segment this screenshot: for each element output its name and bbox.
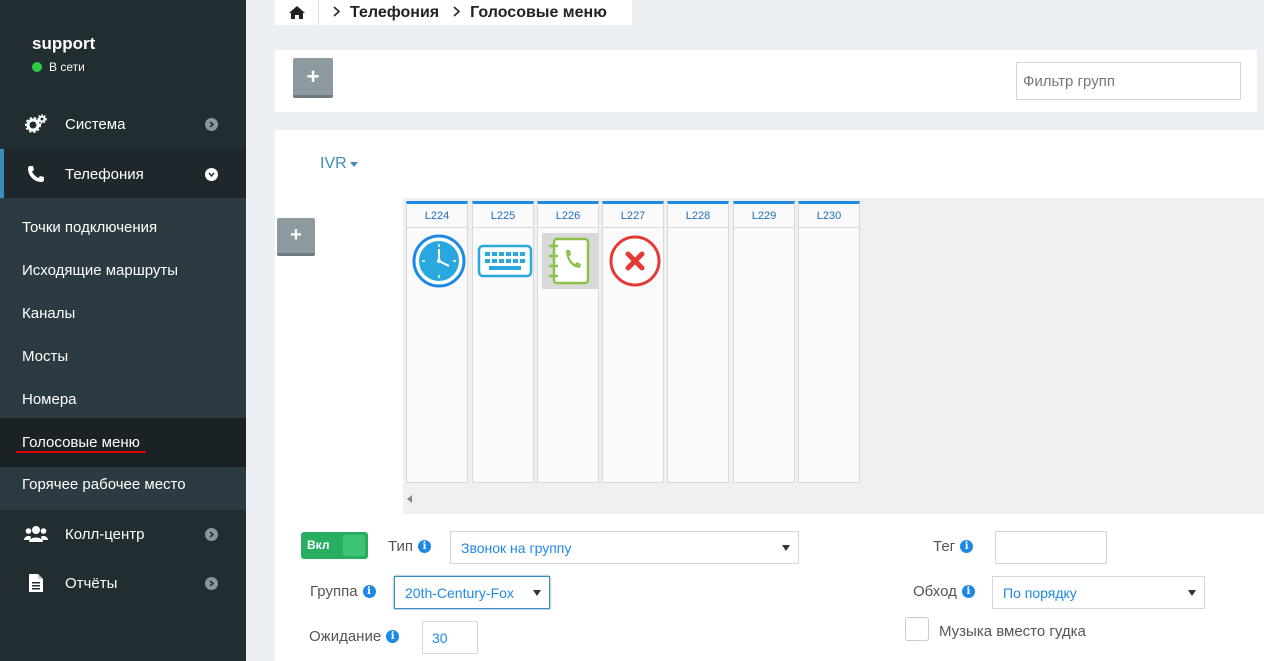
tag-input[interactable] <box>995 531 1107 564</box>
user-status-text: В сети <box>49 60 85 74</box>
enabled-toggle[interactable]: Вкл <box>301 532 368 559</box>
ivr-column[interactable]: L229 <box>733 201 795 483</box>
users-icon <box>24 522 48 546</box>
submenu-item-label: Голосовые меню <box>22 434 140 451</box>
add-group-button[interactable]: + <box>293 58 333 98</box>
caret-down-icon <box>1188 590 1196 596</box>
chevron-right-icon <box>205 576 218 590</box>
info-icon[interactable]: i <box>418 540 432 553</box>
ivr-column-label: L228 <box>668 204 728 228</box>
sidebar-item-reports[interactable]: Отчёты <box>0 558 246 608</box>
active-underline <box>16 451 146 453</box>
wait-label: Ожидание i <box>309 628 400 645</box>
cancel-icon[interactable] <box>607 233 663 289</box>
sidebar-item-label: Система <box>65 115 126 133</box>
toggle-knob <box>343 535 365 556</box>
sidebar-item-system[interactable]: Система <box>0 99 246 149</box>
sidebar: support В сети Система Телефония Точки п… <box>0 0 246 661</box>
submenu-item-endpoints[interactable]: Точки подключения <box>0 206 246 249</box>
music-label: Музыка вместо гудка <box>939 623 1086 640</box>
ivr-column[interactable]: L224 <box>406 201 468 483</box>
group-select[interactable]: 20th-Century-Fox <box>394 576 550 609</box>
type-label: Тип i <box>388 538 432 555</box>
traverse-select-value: По порядку <box>1003 584 1077 601</box>
chevron-right-icon <box>453 4 461 22</box>
submenu-item-hot-desk[interactable]: Горячее рабочее место <box>0 463 246 506</box>
ivr-editor-panel: IVR + L224 L225 L226 L227 L228 L229 L230… <box>275 130 1264 661</box>
traverse-label-text: Обход <box>913 583 957 600</box>
toolbar-panel: + <box>275 50 1257 112</box>
ivr-dropdown[interactable]: IVR <box>320 155 358 173</box>
submenu-item-outbound-routes[interactable]: Исходящие маршруты <box>0 249 246 292</box>
online-dot-icon <box>32 62 42 72</box>
phone-icon <box>24 162 48 186</box>
user-panel: support В сети <box>32 34 95 74</box>
submenu-item-channels[interactable]: Каналы <box>0 292 246 335</box>
submenu-item-voice-menus[interactable]: Голосовые меню <box>0 418 246 467</box>
submenu-item-numbers[interactable]: Номера <box>0 378 246 421</box>
ivr-column-label: L227 <box>603 204 663 228</box>
scroll-left-arrow-icon[interactable] <box>407 495 412 503</box>
ivr-dropdown-label: IVR <box>320 155 347 172</box>
breadcrumb: Телефония Голосовые меню <box>275 0 632 25</box>
ivr-column[interactable]: L228 <box>667 201 729 483</box>
ivr-column-label: L230 <box>799 204 859 228</box>
info-icon[interactable]: i <box>960 540 974 553</box>
filter-groups-input[interactable] <box>1016 62 1241 100</box>
group-select-value: 20th-Century-Fox <box>405 584 514 601</box>
user-name: support <box>32 34 96 53</box>
home-icon[interactable] <box>275 0 319 25</box>
traverse-select[interactable]: По порядку <box>992 576 1205 609</box>
type-label-text: Тип <box>388 538 414 555</box>
keyboard-icon[interactable] <box>477 233 533 289</box>
caret-down-icon <box>533 590 541 596</box>
type-select-value: Звонок на группу <box>461 539 572 556</box>
traverse-label: Обход i <box>913 583 975 600</box>
ivr-canvas: L224 L225 L226 L227 L228 L229 L230 <box>403 198 1264 514</box>
sidebar-item-label: Колл-центр <box>65 525 145 543</box>
phonebook-icon[interactable] <box>542 233 598 289</box>
gears-icon <box>24 112 48 136</box>
ivr-column[interactable]: L227 <box>602 201 664 483</box>
ivr-column-label: L225 <box>473 204 533 228</box>
music-instead-of-ringback-checkbox[interactable] <box>905 617 929 641</box>
telephony-submenu: Точки подключения Исходящие маршруты Кан… <box>0 198 246 510</box>
caret-down-icon <box>782 545 790 551</box>
chevron-down-icon <box>205 167 218 181</box>
chevron-right-icon <box>205 117 218 131</box>
ivr-column[interactable]: L225 <box>472 201 534 483</box>
wait-input[interactable]: 30 <box>422 621 478 654</box>
info-icon[interactable]: i <box>961 585 975 598</box>
submenu-item-bridges[interactable]: Мосты <box>0 335 246 378</box>
wait-label-text: Ожидание <box>309 628 382 645</box>
ivr-column-label: L224 <box>407 204 467 228</box>
toggle-label: Вкл <box>307 538 330 552</box>
info-icon[interactable]: i <box>362 585 376 598</box>
tag-label: Тег i <box>933 538 974 555</box>
ivr-column[interactable]: L230 <box>798 201 860 483</box>
chevron-right-icon <box>205 527 218 541</box>
group-label-text: Группа <box>310 583 358 600</box>
sidebar-item-telephony[interactable]: Телефония <box>0 149 246 199</box>
sidebar-item-label: Отчёты <box>65 574 118 592</box>
tag-label-text: Тег <box>933 538 956 555</box>
user-status: В сети <box>32 60 95 74</box>
chevron-right-icon <box>333 4 341 22</box>
add-ivr-node-button[interactable]: + <box>277 218 315 256</box>
ivr-column[interactable]: L226 <box>537 201 599 483</box>
group-label: Группа i <box>310 583 376 600</box>
document-icon <box>24 571 48 595</box>
clock-icon[interactable] <box>411 233 467 289</box>
type-select[interactable]: Звонок на группу <box>450 531 799 564</box>
breadcrumb-voice-menus: Голосовые меню <box>470 3 607 21</box>
ivr-column-label: L226 <box>538 204 598 228</box>
breadcrumb-telephony[interactable]: Телефония <box>350 4 439 22</box>
caret-down-icon <box>349 161 358 167</box>
sidebar-item-callcenter[interactable]: Колл-центр <box>0 509 246 559</box>
info-icon[interactable]: i <box>386 630 400 643</box>
ivr-column-label: L229 <box>734 204 794 228</box>
sidebar-item-label: Телефония <box>65 165 144 183</box>
